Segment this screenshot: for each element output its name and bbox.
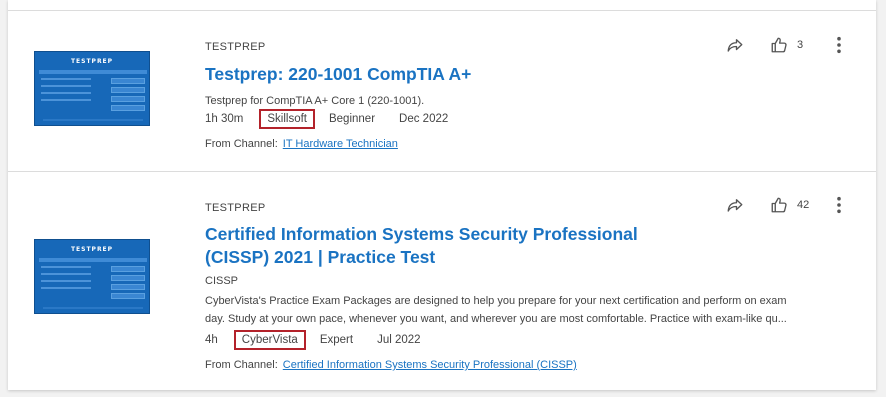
course-title-line[interactable]: Testprep: 220-1001 CompTIA A+ (205, 64, 471, 84)
description-line: CyberVista's Practice Exam Packages are … (205, 295, 787, 307)
course-title-link[interactable]: Testprep: 220-1001 CompTIA A+ (205, 63, 471, 86)
thumbs-up-icon[interactable] (770, 36, 788, 54)
course-level: Beginner (328, 113, 376, 125)
thumbnail-brand: TESTPREP (70, 58, 114, 65)
course-meta: 1h 30m Skillsoft Beginner Dec 2022 (205, 109, 448, 129)
course-title-line[interactable]: (CISSP) 2021 | Practice Test (205, 246, 638, 269)
description-line: day. Study at your own pace, whenever yo… (205, 313, 787, 325)
course-channel: From Channel: Certified Information Syste… (205, 359, 577, 371)
course-provider: TESTPREP (205, 41, 266, 53)
course-description: CyberVista's Practice Exam Packages are … (205, 292, 825, 328)
course-results-panel: TESTPREP TESTPREP Testprep: 220-1001 Com… (8, 0, 876, 390)
channel-link[interactable]: Certified Information Systems Security P… (283, 359, 577, 371)
course-source: CyberVista (233, 330, 306, 350)
course-card: TESTPREP TESTPREP Testprep: 220-1001 Com… (8, 11, 876, 171)
more-vertical-icon[interactable] (834, 196, 844, 214)
thumbs-up-icon[interactable] (770, 196, 788, 214)
course-date: Jul 2022 (377, 334, 421, 346)
course-meta: 4h CyberVista Expert Jul 2022 (205, 330, 421, 350)
channel-label: From Channel: (205, 359, 278, 371)
channel-label: From Channel: (205, 138, 278, 150)
channel-link[interactable]: IT Hardware Technician (283, 138, 398, 150)
like-count: 42 (797, 199, 810, 211)
more-vertical-icon[interactable] (834, 36, 844, 54)
course-subtitle: CISSP (205, 275, 239, 287)
course-date: Dec 2022 (399, 113, 449, 125)
course-source: Skillsoft (259, 109, 315, 129)
share-icon[interactable] (726, 196, 744, 214)
course-duration: 4h (205, 334, 218, 346)
course-duration: 1h 30m (205, 113, 244, 125)
course-provider: TESTPREP (205, 202, 266, 214)
share-icon[interactable] (726, 36, 744, 54)
course-title-link[interactable]: Certified Information Systems Security P… (205, 223, 638, 269)
thumbnail-brand: TESTPREP (70, 246, 114, 253)
course-thumbnail[interactable]: TESTPREP (34, 239, 150, 314)
course-description: Testprep for CompTIA A+ Core 1 (220-1001… (205, 95, 425, 107)
like-count: 3 (797, 39, 804, 51)
course-title-line[interactable]: Certified Information Systems Security P… (205, 223, 638, 246)
course-channel: From Channel: IT Hardware Technician (205, 138, 398, 150)
course-card: TESTPREP TESTPREP Certified Information … (8, 172, 876, 390)
course-thumbnail[interactable]: TESTPREP (34, 51, 150, 126)
course-level: Expert (319, 334, 354, 346)
